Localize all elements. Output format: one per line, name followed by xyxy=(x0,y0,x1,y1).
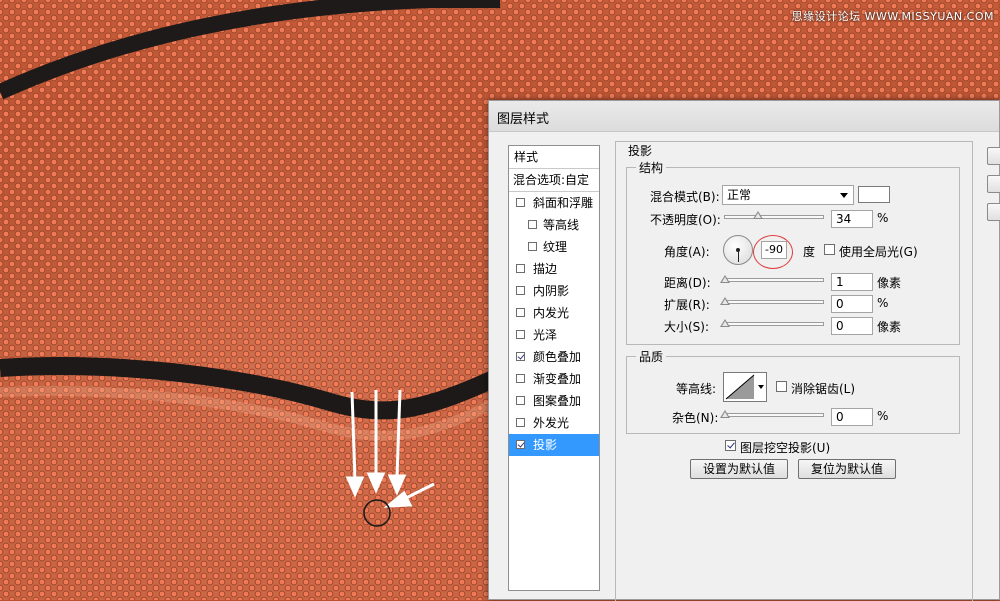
make-default-button[interactable]: 设置为默认值 xyxy=(690,459,788,479)
style-item-checkbox[interactable] xyxy=(516,352,525,361)
style-item-checkbox[interactable] xyxy=(516,396,525,405)
global-light-checkbox[interactable] xyxy=(824,244,835,255)
contour-curve-icon xyxy=(725,374,755,400)
style-item-checkbox[interactable] xyxy=(528,220,537,229)
spread-slider-thumb[interactable] xyxy=(720,297,730,305)
opacity-slider[interactable] xyxy=(724,215,824,219)
style-item-checkbox[interactable] xyxy=(528,242,537,251)
style-item-label: 渐变叠加 xyxy=(533,372,582,386)
opacity-unit: % xyxy=(877,211,889,225)
opacity-label: 不透明度(O): xyxy=(650,213,721,227)
size-slider[interactable] xyxy=(724,322,824,326)
style-item-checkbox[interactable] xyxy=(516,308,525,317)
spread-slider[interactable] xyxy=(724,300,824,304)
contour-preview[interactable] xyxy=(723,372,757,402)
style-item-label: 内发光 xyxy=(533,306,570,320)
noise-unit: % xyxy=(877,409,889,423)
style-item-label: 光泽 xyxy=(533,328,558,342)
size-input[interactable]: 0 xyxy=(831,317,873,335)
noise-input[interactable]: 0 xyxy=(831,408,873,426)
style-list-header[interactable]: 样式 xyxy=(509,146,599,169)
chevron-down-icon xyxy=(840,193,848,198)
quality-title: 品质 xyxy=(636,348,667,365)
style-item-checkbox[interactable] xyxy=(516,418,525,427)
noise-slider[interactable] xyxy=(724,413,824,417)
ok-button[interactable] xyxy=(987,147,1000,165)
dialog-titlebar[interactable]: 图层样式 xyxy=(489,101,999,132)
style-item-label: 斜面和浮雕 xyxy=(533,196,594,210)
blend-options-item[interactable]: 混合选项:自定 xyxy=(509,169,599,192)
style-list: 样式 混合选项:自定 斜面和浮雕等高线纹理描边内阴影内发光光泽颜色叠加渐变叠加图… xyxy=(508,145,600,591)
cancel-button[interactable] xyxy=(987,175,1000,193)
style-item[interactable]: 纹理 xyxy=(509,236,599,258)
style-item[interactable]: 图案叠加 xyxy=(509,390,599,412)
watermark: 思缘设计论坛 WWW.MISSYUAN.COM xyxy=(791,10,994,23)
style-item[interactable]: 外发光 xyxy=(509,412,599,434)
style-item-checkbox[interactable] xyxy=(516,440,525,449)
style-item-label: 描边 xyxy=(533,262,558,276)
reset-default-button[interactable]: 复位为默认值 xyxy=(798,459,896,479)
opacity-slider-thumb[interactable] xyxy=(753,211,763,219)
spread-input[interactable]: 0 xyxy=(831,295,873,313)
knockout-label: 图层挖空投影(U) xyxy=(740,441,831,455)
style-item[interactable]: 内发光 xyxy=(509,302,599,324)
blend-mode-value: 正常 xyxy=(727,188,752,202)
style-item[interactable]: 内阴影 xyxy=(509,280,599,302)
distance-slider-thumb[interactable] xyxy=(720,275,730,283)
layer-style-dialog: 图层样式 样式 混合选项:自定 斜面和浮雕等高线纹理描边内阴影内发光光泽颜色叠加… xyxy=(488,100,1000,601)
distance-slider[interactable] xyxy=(724,278,824,282)
style-item-label: 图案叠加 xyxy=(533,394,582,408)
dialog-title: 图层样式 xyxy=(497,112,550,127)
style-item[interactable]: 投影 xyxy=(509,434,599,456)
style-item[interactable]: 渐变叠加 xyxy=(509,368,599,390)
drop-shadow-title: 投影 xyxy=(628,144,653,158)
style-item[interactable]: 等高线 xyxy=(509,214,599,236)
angle-dial[interactable] xyxy=(723,235,753,265)
size-slider-thumb[interactable] xyxy=(720,319,730,327)
angle-label: 角度(A): xyxy=(664,245,710,259)
opacity-input[interactable]: 34 xyxy=(831,210,873,228)
style-item[interactable]: 斜面和浮雕 xyxy=(509,192,599,214)
style-item[interactable]: 描边 xyxy=(509,258,599,280)
annotation-circle xyxy=(363,499,391,527)
style-item-label: 投影 xyxy=(533,438,558,452)
style-item-checkbox[interactable] xyxy=(516,286,525,295)
contour-dropdown-button[interactable] xyxy=(756,372,767,402)
distance-unit: 像素 xyxy=(877,276,902,290)
global-light-label: 使用全局光(G) xyxy=(839,245,918,259)
style-item-label: 外发光 xyxy=(533,416,570,430)
size-unit: 像素 xyxy=(877,320,902,334)
top-seam xyxy=(0,0,500,100)
style-item-checkbox[interactable] xyxy=(516,330,525,339)
noise-slider-thumb[interactable] xyxy=(720,410,730,418)
knockout-checkbox[interactable] xyxy=(725,440,736,451)
spread-unit: % xyxy=(877,296,889,310)
blend-mode-label: 混合模式(B): xyxy=(650,190,720,204)
style-item-label: 等高线 xyxy=(543,218,580,232)
spread-label: 扩展(R): xyxy=(664,298,710,312)
style-item-checkbox[interactable] xyxy=(516,374,525,383)
style-item-label: 内阴影 xyxy=(533,284,570,298)
distance-label: 距离(D): xyxy=(664,276,711,290)
contour-label: 等高线: xyxy=(676,382,717,396)
anti-alias-checkbox[interactable] xyxy=(776,381,787,392)
shadow-color-swatch[interactable] xyxy=(858,186,890,203)
style-item[interactable]: 光泽 xyxy=(509,324,599,346)
new-style-button[interactable] xyxy=(987,203,1000,221)
blend-mode-select[interactable]: 正常 xyxy=(722,185,854,205)
angle-input[interactable]: -90 xyxy=(761,241,787,259)
distance-input[interactable]: 1 xyxy=(831,273,873,291)
size-label: 大小(S): xyxy=(664,320,710,334)
style-item-checkbox[interactable] xyxy=(516,264,525,273)
style-item-label: 纹理 xyxy=(543,240,568,254)
anti-alias-label: 消除锯齿(L) xyxy=(791,382,856,396)
angle-unit: 度 xyxy=(803,245,816,259)
noise-label: 杂色(N): xyxy=(672,411,719,425)
drop-shadow-panel: 投影 结构 混合模式(B): 正常 不透明度(O): 34 % 角度(A): -… xyxy=(615,141,973,601)
angle-center xyxy=(736,248,740,252)
style-item[interactable]: 颜色叠加 xyxy=(509,346,599,368)
style-item-checkbox[interactable] xyxy=(516,198,525,207)
structure-title: 结构 xyxy=(636,159,667,176)
style-item-label: 颜色叠加 xyxy=(533,350,582,364)
